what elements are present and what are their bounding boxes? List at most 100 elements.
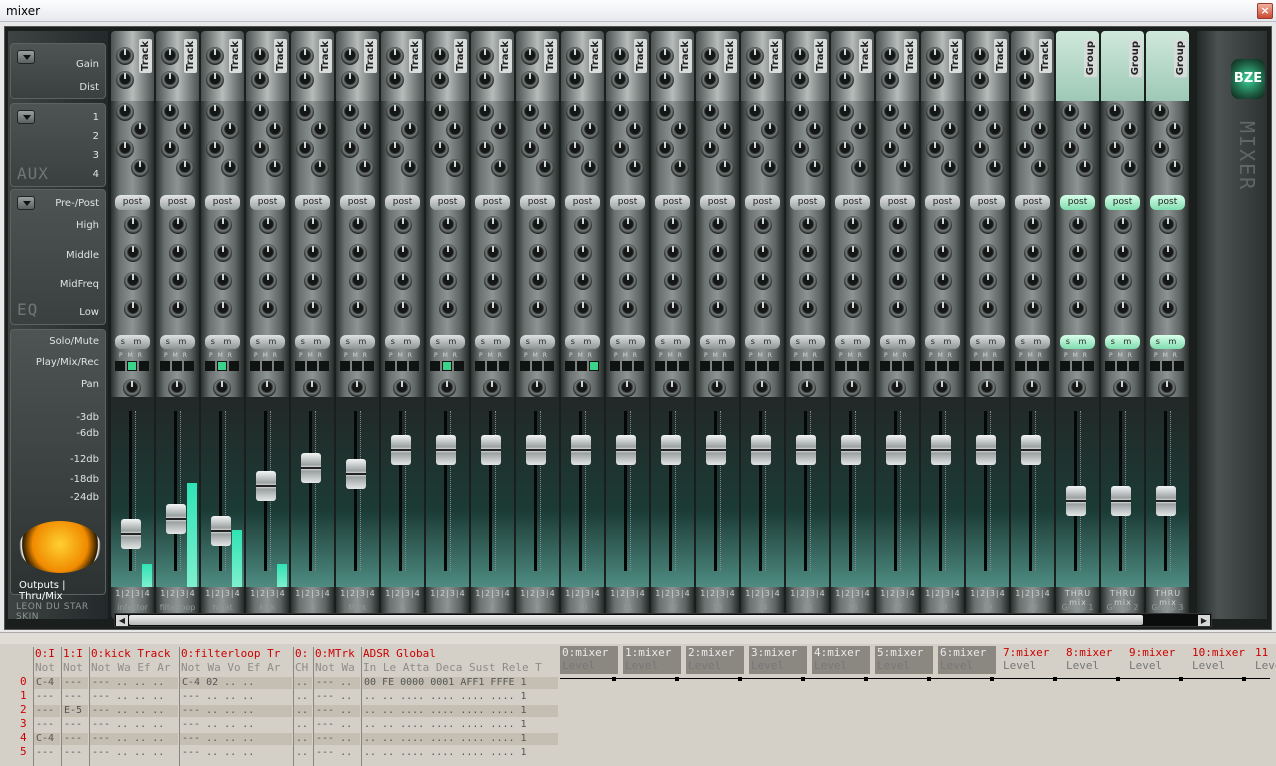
pmr-toggle[interactable]: [847, 361, 857, 371]
eq-knob[interactable]: [619, 216, 637, 234]
pan-knob[interactable]: [753, 379, 771, 397]
pmr-toggle[interactable]: [520, 361, 530, 371]
eq-knob[interactable]: [124, 216, 142, 234]
pattern-cell[interactable]: --- ..: [316, 705, 352, 716]
eq-knob[interactable]: [1024, 300, 1042, 318]
aux-knob[interactable]: [836, 103, 854, 121]
gain-knob[interactable]: [476, 47, 494, 65]
gain-knob[interactable]: [1016, 47, 1034, 65]
pattern-cell[interactable]: --- ..: [316, 733, 352, 744]
output-bus-selector[interactable]: 1|2|3|4: [608, 589, 648, 598]
eq-knob[interactable]: [349, 244, 367, 262]
aux-knob[interactable]: [611, 140, 629, 158]
aux-knob[interactable]: [401, 121, 419, 139]
aux-knob[interactable]: [791, 103, 809, 121]
dist-knob[interactable]: [1016, 71, 1034, 89]
aux-knob[interactable]: [1061, 140, 1079, 158]
pattern-cell[interactable]: --- .. .. ..: [182, 719, 254, 730]
aux-knob[interactable]: [1031, 159, 1049, 177]
output-bus-selector[interactable]: 1|2|3|4: [563, 589, 603, 598]
pmr-toggle[interactable]: [385, 361, 395, 371]
output-bus-selector[interactable]: 1|2|3|4: [743, 589, 783, 598]
aux-knob[interactable]: [851, 159, 869, 177]
pmr-toggle[interactable]: [487, 361, 497, 371]
aux-knob[interactable]: [1121, 121, 1139, 139]
aux-knob[interactable]: [1151, 140, 1169, 158]
pmr-toggle[interactable]: [859, 361, 869, 371]
aux-knob[interactable]: [1166, 159, 1184, 177]
pmr-toggle[interactable]: [835, 361, 845, 371]
pan-knob[interactable]: [798, 379, 816, 397]
pmr-toggle[interactable]: [949, 361, 959, 371]
pan-knob[interactable]: [663, 379, 681, 397]
aux-knob[interactable]: [656, 140, 674, 158]
output-bus-selector[interactable]: 1|2|3|4: [698, 589, 738, 598]
eq-knob[interactable]: [214, 300, 232, 318]
gain-knob[interactable]: [161, 47, 179, 65]
solo-mute-button[interactable]: s m: [340, 335, 375, 349]
pattern-cell[interactable]: ---: [36, 691, 54, 702]
prepost-button[interactable]: post: [115, 195, 150, 210]
pmr-toggle[interactable]: [577, 361, 587, 371]
pattern-cell[interactable]: ..: [296, 719, 308, 730]
aux-knob[interactable]: [986, 159, 1004, 177]
aux-knob[interactable]: [356, 121, 374, 139]
pattern-cell[interactable]: .. .. .... .... .... .... 1: [364, 705, 527, 716]
solo-mute-button[interactable]: s m: [385, 335, 420, 349]
pmr-toggle[interactable]: [565, 361, 575, 371]
output-bus-selector[interactable]: 1|2|3|4: [518, 589, 558, 598]
pattern-cell[interactable]: ..: [296, 733, 308, 744]
pan-knob[interactable]: [933, 379, 951, 397]
aux-knob[interactable]: [176, 121, 194, 139]
output-bus-selector[interactable]: 1|2|3|4: [428, 589, 468, 598]
eq-knob[interactable]: [214, 272, 232, 290]
eq-knob[interactable]: [1159, 244, 1177, 262]
pmr-toggle[interactable]: [769, 361, 779, 371]
solo-mute-button[interactable]: s m: [1060, 335, 1095, 349]
pan-knob[interactable]: [123, 379, 141, 397]
pan-knob[interactable]: [483, 379, 501, 397]
prepost-button[interactable]: post: [430, 195, 465, 210]
solo-mute-button[interactable]: s m: [700, 335, 735, 349]
aux-knob[interactable]: [176, 159, 194, 177]
pmr-toggle[interactable]: [589, 361, 599, 371]
prepost-button[interactable]: post: [655, 195, 690, 210]
pmr-toggle[interactable]: [1174, 361, 1184, 371]
pattern-cell[interactable]: --- .. .. ..: [182, 705, 254, 716]
eq-knob[interactable]: [934, 300, 952, 318]
aux-knob[interactable]: [356, 159, 374, 177]
aux-knob[interactable]: [671, 121, 689, 139]
pmr-toggle[interactable]: [1162, 361, 1172, 371]
aux-knob[interactable]: [626, 159, 644, 177]
dist-knob[interactable]: [341, 71, 359, 89]
eq-knob[interactable]: [169, 300, 187, 318]
volume-fader[interactable]: [616, 435, 636, 465]
pan-knob[interactable]: [303, 379, 321, 397]
pmr-toggle[interactable]: [802, 361, 812, 371]
eq-knob[interactable]: [124, 244, 142, 262]
eq-knob[interactable]: [889, 244, 907, 262]
pmr-toggle[interactable]: [139, 361, 149, 371]
pmr-toggle[interactable]: [1015, 361, 1025, 371]
eq-knob[interactable]: [754, 216, 772, 234]
pmr-toggle[interactable]: [634, 361, 644, 371]
solo-mute-button[interactable]: s m: [610, 335, 645, 349]
volume-fader[interactable]: [436, 435, 456, 465]
pmr-toggle[interactable]: [532, 361, 542, 371]
aux-knob[interactable]: [881, 140, 899, 158]
volume-fader[interactable]: [256, 471, 276, 501]
pan-knob[interactable]: [168, 379, 186, 397]
pmr-toggle[interactable]: [127, 361, 137, 371]
horizontal-scrollbar[interactable]: ◀ ▶: [114, 613, 1212, 627]
solo-mute-button[interactable]: s m: [475, 335, 510, 349]
dist-knob[interactable]: [926, 71, 944, 89]
prepost-button[interactable]: post: [790, 195, 825, 210]
dist-knob[interactable]: [836, 71, 854, 89]
pattern-cell[interactable]: ---: [64, 677, 82, 688]
eq-knob[interactable]: [259, 300, 277, 318]
prepost-button[interactable]: post: [1150, 195, 1185, 210]
solo-mute-button[interactable]: s m: [745, 335, 780, 349]
solo-mute-button[interactable]: s m: [790, 335, 825, 349]
pmr-toggle[interactable]: [499, 361, 509, 371]
volume-fader[interactable]: [121, 519, 141, 549]
